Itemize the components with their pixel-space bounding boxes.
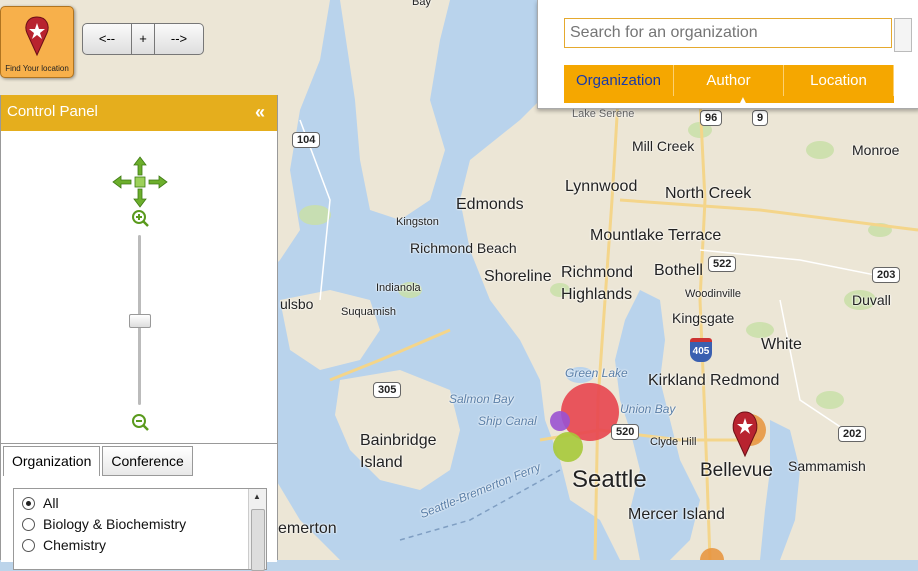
interstate-shield: 405 [690, 338, 712, 362]
control-panel-header: Control Panel « [1, 95, 277, 131]
route-shield: 104 [292, 132, 321, 148]
place-label: Kingston [396, 216, 439, 228]
zoom-in-icon[interactable] [131, 209, 149, 227]
category-option[interactable]: All [22, 495, 59, 511]
zoom-out-icon[interactable] [131, 413, 149, 431]
pan-control-icon[interactable] [111, 155, 169, 209]
place-label: emerton [278, 520, 337, 537]
filter-tabs: Organization Conference [3, 446, 195, 476]
place-label: Suquamish [341, 306, 397, 318]
place-label: Green Lake [565, 366, 628, 380]
scroll-up-icon[interactable]: ▲ [253, 492, 261, 501]
place-label: Richmond Highlands [561, 264, 634, 303]
route-shield: 202 [838, 426, 867, 442]
place-label: Mountlake Terrace [590, 227, 722, 244]
place-label: Edmonds [456, 196, 524, 213]
scrollbar-thumb[interactable] [251, 509, 265, 571]
place-label: Bothell [654, 262, 703, 279]
category-option[interactable]: Biology & Biochemistry [22, 516, 186, 532]
search-tabs: Organization Author Location [564, 65, 894, 96]
search-input[interactable] [564, 18, 892, 48]
place-label: Salmon Bay [449, 392, 514, 406]
route-shield: 305 [373, 382, 402, 398]
place-label: Duvall [852, 292, 891, 308]
place-label: Sammamish [788, 458, 866, 474]
tab-organization[interactable]: Organization [564, 65, 674, 96]
zoom-slider-thumb[interactable] [129, 314, 151, 328]
history-nav: <-- + --> [82, 23, 204, 55]
control-panel: Control Panel « Organization Conference [0, 95, 278, 571]
cluster-purple [550, 411, 570, 431]
find-location-button[interactable]: Find Your location [0, 6, 74, 78]
route-shield: 9 [752, 110, 769, 126]
forward-button[interactable]: --> [155, 23, 204, 55]
place-label: Lynnwood [565, 178, 638, 195]
route-shield: 203 [872, 267, 901, 283]
tab-location[interactable]: Location [784, 65, 894, 96]
place-label: Kirkland [648, 372, 706, 389]
place-label: Richmond Beach [410, 240, 517, 256]
find-location-label: Find Your location [5, 64, 69, 73]
place-label: Bellevue [700, 460, 773, 481]
place-label: Woodinville [685, 288, 742, 300]
category-label: Chemistry [43, 537, 107, 553]
place-label: ulsbo [280, 296, 314, 312]
radio-button[interactable] [22, 538, 35, 552]
place-label: Lake Serene [572, 108, 635, 120]
tab-author[interactable]: Author [674, 65, 784, 96]
place-label: Union Bay [620, 402, 676, 416]
place-label: Ship Canal [478, 414, 537, 428]
list-scrollbar[interactable]: ▲ [248, 489, 266, 571]
category-label: Biology & Biochemistry [43, 516, 187, 532]
place-label: Clyde Hill [650, 436, 697, 448]
route-shield: 520 [611, 424, 640, 440]
place-label: Redmond [710, 372, 780, 389]
chevron-up-icon[interactable]: ▲ [738, 95, 748, 106]
place-label: Seattle [572, 466, 647, 493]
search-tabs-bar [564, 96, 894, 103]
back-button[interactable]: <-- [82, 23, 132, 55]
radio-button[interactable] [22, 517, 35, 531]
search-submit-button[interactable] [894, 18, 912, 52]
place-label: Mercer Island [628, 506, 725, 523]
cluster-green [553, 432, 583, 462]
route-shield: 522 [708, 256, 737, 272]
category-list: All Biology & Biochemistry Chemistry ▲ [13, 488, 267, 571]
place-label: North Creek [665, 185, 752, 202]
map-pin-icon [25, 16, 49, 57]
category-option[interactable]: Chemistry [22, 537, 106, 553]
place-label: Bay [412, 0, 431, 8]
search-panel: Organization Author Location ▲ [537, 0, 918, 109]
radio-button[interactable] [22, 496, 35, 510]
place-label: Shoreline [484, 268, 552, 285]
place-label: Bainbridge Island [360, 432, 437, 471]
collapse-icon[interactable]: « [255, 95, 265, 129]
tab-organization-filter[interactable]: Organization [3, 446, 101, 476]
place-label: Kingsgate [672, 310, 735, 326]
place-label: Indianola [376, 282, 421, 294]
control-panel-title: Control Panel [7, 103, 98, 120]
category-label: All [43, 495, 59, 511]
place-label: Monroe [852, 142, 900, 158]
filter-section: Organization Conference All Biology & Bi… [1, 443, 277, 571]
place-label: White [761, 336, 802, 353]
place-label: Mill Creek [632, 138, 695, 154]
route-shield: 96 [700, 110, 723, 126]
add-button[interactable]: + [132, 23, 155, 55]
tab-conference[interactable]: Conference [102, 446, 193, 476]
